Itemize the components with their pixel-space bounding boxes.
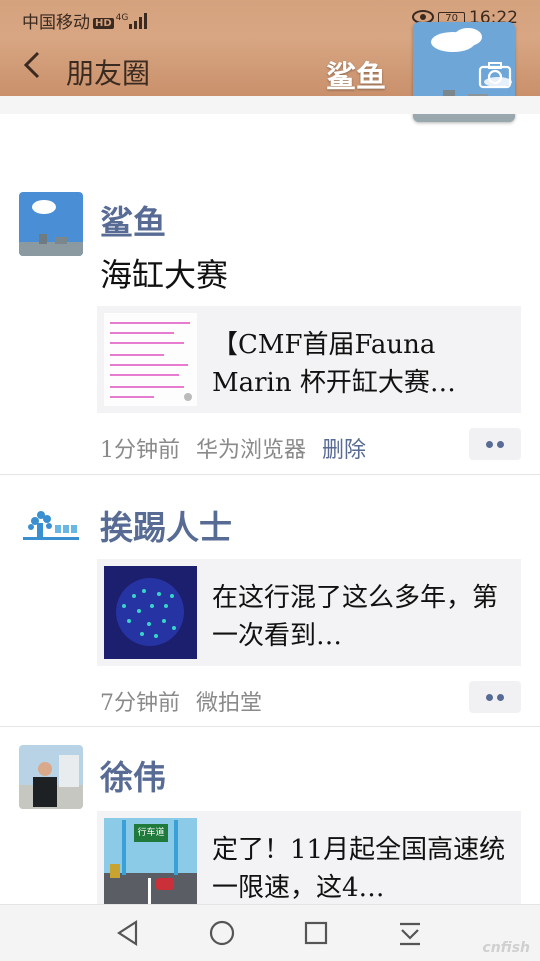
link-title: 定了！11月起全国高速统一限速，这4…	[212, 835, 506, 903]
dot-icon	[486, 441, 493, 448]
shared-link-card[interactable]: 在这行混了这么多年，第一次看到…	[97, 559, 521, 666]
document-thumbnail-image	[104, 313, 197, 406]
link-title: 在这行混了这么多年，第一次看到…	[212, 583, 499, 651]
profile-name: 鲨鱼	[326, 60, 386, 95]
link-title: 【CMF首届Fauna Marin 杯开缸大赛…	[212, 330, 456, 398]
post-source[interactable]: 华为浏览器	[196, 438, 306, 463]
highway-sign-text: 行车道	[137, 828, 165, 838]
avatar-coral-logo	[19, 495, 83, 559]
system-nav-bar	[0, 904, 540, 961]
post-author[interactable]: 徐伟	[100, 751, 166, 799]
post-source[interactable]: 微拍堂	[196, 691, 262, 716]
post-text: 海缸大赛	[100, 256, 229, 294]
avatar-sky-image	[19, 192, 83, 256]
page-title: 朋友圈	[66, 57, 151, 90]
avatar[interactable]	[19, 495, 83, 559]
dot-icon	[497, 441, 504, 448]
link-thumbnail: 行车道	[104, 818, 197, 911]
avatar[interactable]	[19, 745, 83, 809]
more-options-button[interactable]	[469, 428, 521, 460]
shared-link-card[interactable]: 行车道 定了！11月起全国高速统一限速，这4…	[97, 811, 521, 918]
carrier-name: 中国移动	[22, 13, 90, 33]
link-thumbnail	[104, 313, 197, 406]
post-meta: 1分钟前 华为浏览器 删除	[100, 432, 366, 464]
camera-icon[interactable]	[478, 60, 512, 90]
watermark: cnfish	[482, 940, 530, 956]
status-left: 中国移动 HD 4G	[22, 8, 148, 33]
more-options-button[interactable]	[469, 681, 521, 713]
moment-post: 徐伟 行车道 定了！11月起全国高速统一限速，这4…	[0, 745, 540, 918]
moment-post: 鲨鱼 海缸大赛 【CMF首届Fauna Marin 杯开缸大赛… 1分钟前 华为浏…	[0, 190, 540, 475]
post-divider	[0, 474, 540, 475]
coral-photo	[104, 566, 197, 659]
header-spacer	[0, 96, 540, 114]
nav-back-icon[interactable]	[114, 919, 142, 947]
post-meta: 7分钟前 微拍堂	[100, 685, 262, 717]
avatar-person-photo	[19, 745, 83, 809]
link-thumbnail	[104, 566, 197, 659]
nav-home-icon[interactable]	[208, 919, 236, 947]
post-time: 7分钟前	[100, 691, 180, 716]
nav-notification-icon[interactable]	[396, 919, 424, 947]
post-author[interactable]: 鲨鱼	[100, 196, 166, 244]
avatar[interactable]	[19, 192, 83, 256]
delete-link[interactable]: 删除	[322, 438, 366, 463]
shared-link-card[interactable]: 【CMF首届Fauna Marin 杯开缸大赛…	[97, 306, 521, 413]
back-arrow-icon[interactable]	[18, 48, 46, 82]
nav-recents-icon[interactable]	[302, 919, 330, 947]
dot-icon	[497, 694, 504, 701]
moment-post: 挨踢人士 在这行混了这么多年，第一次看到… 7分钟前 微拍堂	[0, 495, 540, 725]
network-type: 4G	[115, 13, 129, 23]
post-divider	[0, 726, 540, 727]
dot-icon	[486, 694, 493, 701]
post-author[interactable]: 挨踢人士	[100, 501, 232, 549]
hd-badge: HD	[93, 18, 114, 29]
signal-icon	[129, 13, 148, 29]
post-time: 1分钟前	[100, 438, 180, 463]
